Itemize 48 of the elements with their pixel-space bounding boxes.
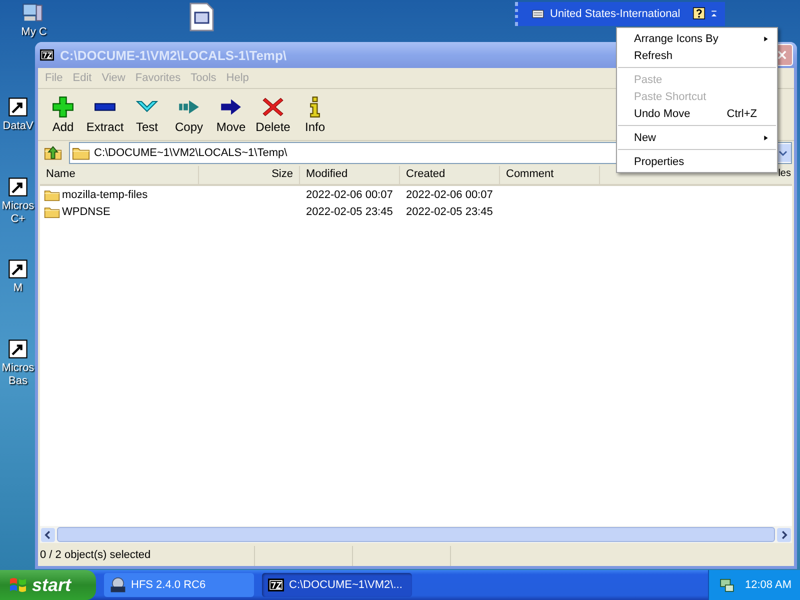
computer-icon <box>21 2 43 24</box>
taskbar-button[interactable]: C:\DOCUME~1\VM2\... <box>262 573 412 597</box>
status-text: 0 / 2 object(s) selected <box>38 546 255 566</box>
table-cell: WPDNSE <box>40 204 199 220</box>
column-header[interactable]: Name <box>40 166 199 184</box>
scroll-thumb[interactable] <box>57 527 775 542</box>
submenu-arrow-icon <box>763 134 769 142</box>
folder-up-icon <box>44 144 62 162</box>
scroll-left-icon <box>41 528 55 542</box>
scroll-right-icon <box>777 528 791 542</box>
clock: 12:08 AM <box>745 579 792 591</box>
chevron-down-icon <box>778 148 788 158</box>
table-cell-text: 2022-02-05 23:45 <box>405 206 494 218</box>
icon-label: M <box>13 282 23 295</box>
start-button[interactable]: start <box>0 570 96 600</box>
taskbar-button[interactable]: HFS 2.4.0 RC6 <box>104 573 254 597</box>
plus-icon <box>52 96 74 118</box>
column-header[interactable]: Comment <box>500 166 600 184</box>
keyboard-icon <box>530 8 546 20</box>
menu-item[interactable]: Undo Move Ctrl+Z <box>617 105 777 122</box>
menu-item[interactable]: Refresh <box>617 47 777 64</box>
shortcut-icon <box>7 258 29 280</box>
column-header[interactable]: Created <box>400 166 500 184</box>
icon-label: DataV <box>2 120 34 133</box>
cross-icon <box>262 96 284 118</box>
icon-label: My C <box>21 26 47 39</box>
app-icon <box>268 577 284 593</box>
app-icon <box>110 577 126 593</box>
shortcut-icon <box>7 96 29 118</box>
icon-label: Micros C+ <box>2 200 34 226</box>
icon-label: Micros Bas <box>2 362 34 388</box>
table-cell-text: 2022-02-06 00:07 <box>305 188 394 200</box>
language-name[interactable]: United States-International <box>550 8 680 20</box>
windows-logo-icon <box>8 575 28 595</box>
table-cell-text: 2022-02-05 23:45 <box>305 206 394 218</box>
app-logo-icon <box>39 48 55 62</box>
menu-item[interactable]: Arrange Icons By <box>617 30 777 47</box>
network-icon <box>719 577 735 593</box>
table-cell-text: 2022-02-06 00:07 <box>405 188 494 200</box>
submenu-arrow-icon <box>763 34 769 42</box>
shortcut-icon <box>7 338 29 360</box>
window-title: C:\DOCUME-1\VM2\LOCALS-1\Temp\ <box>60 48 287 62</box>
column-header[interactable]: Size <box>199 166 300 184</box>
column-header[interactable]: Modified <box>300 166 400 184</box>
help-icon <box>692 6 706 22</box>
shortcut-text: Ctrl+Z <box>726 108 757 120</box>
shortcut-icon <box>7 176 29 198</box>
table-cell: mozilla-temp-files <box>40 186 199 202</box>
